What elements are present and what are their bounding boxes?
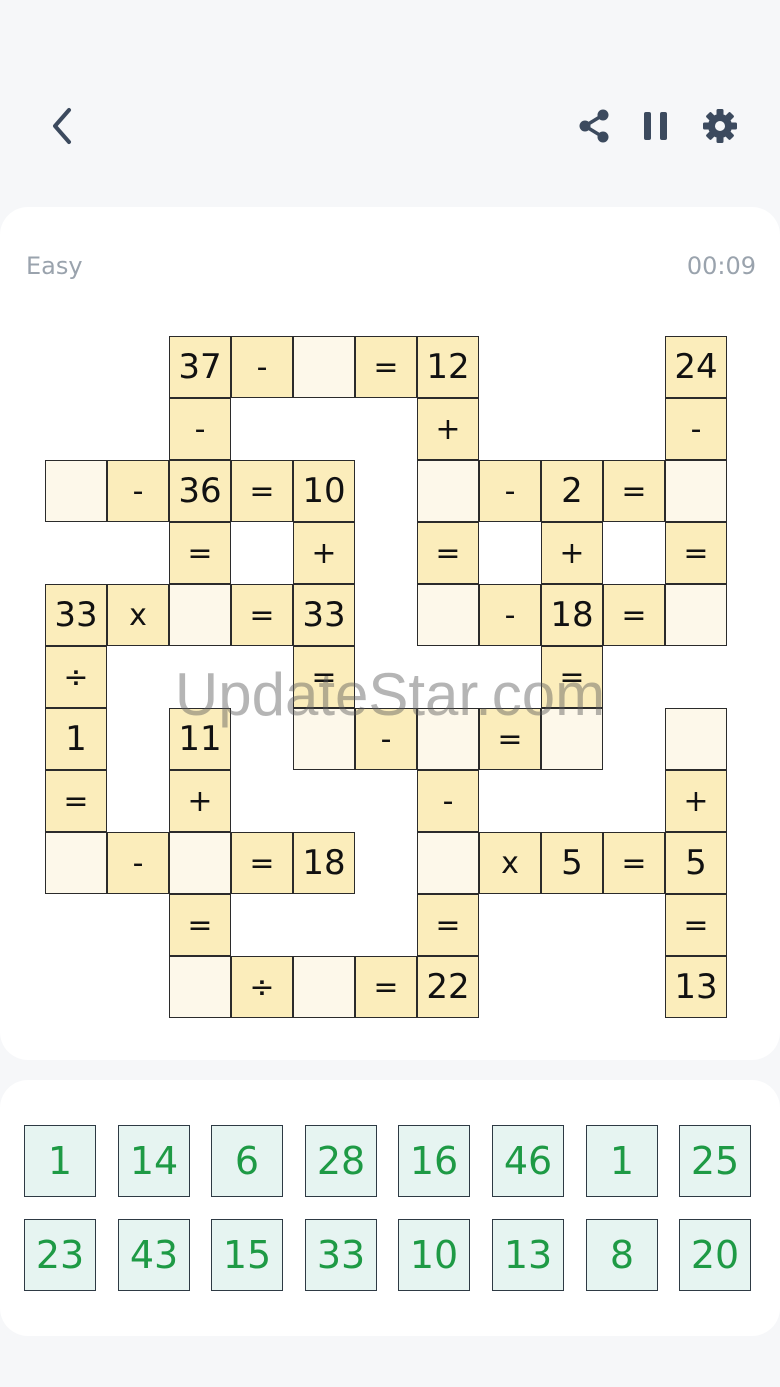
number-tile[interactable]: 28 xyxy=(305,1125,377,1197)
empty-cell[interactable] xyxy=(665,460,727,522)
number-cell: 33 xyxy=(45,584,107,646)
number-tile[interactable]: 16 xyxy=(398,1125,470,1197)
operator-cell: - xyxy=(479,460,541,522)
number-tile[interactable]: 46 xyxy=(492,1125,564,1197)
operator-cell: = xyxy=(665,894,727,956)
number-tile[interactable]: 10 xyxy=(398,1219,470,1291)
operator-cell: - xyxy=(665,398,727,460)
number-tile[interactable]: 1 xyxy=(586,1125,658,1197)
operator-cell: - xyxy=(107,832,169,894)
number-cell: 33 xyxy=(293,584,355,646)
number-tile[interactable]: 25 xyxy=(679,1125,751,1197)
number-tile[interactable]: 43 xyxy=(118,1219,190,1291)
empty-cell[interactable] xyxy=(293,708,355,770)
operator-cell: = xyxy=(479,708,541,770)
number-tile[interactable]: 23 xyxy=(24,1219,96,1291)
empty-cell[interactable] xyxy=(541,708,603,770)
number-cell: 18 xyxy=(541,584,603,646)
operator-cell: + xyxy=(417,398,479,460)
number-tile[interactable]: 33 xyxy=(305,1219,377,1291)
number-cell: 37 xyxy=(169,336,231,398)
empty-cell[interactable] xyxy=(665,584,727,646)
number-tile[interactable]: 8 xyxy=(586,1219,658,1291)
operator-cell: ÷ xyxy=(231,956,293,1018)
operator-cell: = xyxy=(45,770,107,832)
number-cell: 5 xyxy=(541,832,603,894)
pause-button[interactable] xyxy=(630,100,682,152)
operator-cell: = xyxy=(603,832,665,894)
empty-cell[interactable] xyxy=(293,336,355,398)
number-cell: 36 xyxy=(169,460,231,522)
operator-cell: = xyxy=(417,522,479,584)
number-cell: 5 xyxy=(665,832,727,894)
game-timer: 00:09 xyxy=(686,252,756,280)
number-tray xyxy=(0,1080,780,1336)
empty-cell[interactable] xyxy=(45,460,107,522)
operator-cell: = xyxy=(355,956,417,1018)
operator-cell: x xyxy=(479,832,541,894)
gear-icon xyxy=(703,109,737,143)
operator-cell: = xyxy=(231,584,293,646)
operator-cell: - xyxy=(355,708,417,770)
back-button[interactable] xyxy=(36,100,88,152)
operator-cell: = xyxy=(355,336,417,398)
share-icon xyxy=(579,109,609,143)
settings-button[interactable] xyxy=(694,100,746,152)
empty-cell[interactable] xyxy=(293,956,355,1018)
operator-cell: = xyxy=(417,894,479,956)
operator-cell: ÷ xyxy=(45,646,107,708)
number-cell: 11 xyxy=(169,708,231,770)
empty-cell[interactable] xyxy=(665,708,727,770)
operator-cell: + xyxy=(665,770,727,832)
empty-cell[interactable] xyxy=(169,956,231,1018)
operator-cell: - xyxy=(479,584,541,646)
number-tile[interactable]: 13 xyxy=(492,1219,564,1291)
difficulty-label: Easy xyxy=(26,252,83,280)
number-tile[interactable]: 1 xyxy=(24,1125,96,1197)
number-cell: 24 xyxy=(665,336,727,398)
number-cell: 2 xyxy=(541,460,603,522)
number-tile[interactable]: 14 xyxy=(118,1125,190,1197)
empty-cell[interactable] xyxy=(417,832,479,894)
number-cell: 12 xyxy=(417,336,479,398)
operator-cell: - xyxy=(169,398,231,460)
chevron-left-icon xyxy=(53,108,71,144)
number-tile[interactable]: 20 xyxy=(679,1219,751,1291)
operator-cell: - xyxy=(417,770,479,832)
operator-cell: = xyxy=(541,646,603,708)
operator-cell: = xyxy=(169,894,231,956)
operator-cell: = xyxy=(603,584,665,646)
empty-cell[interactable] xyxy=(169,584,231,646)
operator-cell: - xyxy=(107,460,169,522)
top-bar xyxy=(0,0,780,200)
number-tile[interactable]: 15 xyxy=(211,1219,283,1291)
operator-cell: + xyxy=(541,522,603,584)
share-button[interactable] xyxy=(568,100,620,152)
number-cell: 18 xyxy=(293,832,355,894)
operator-cell: + xyxy=(293,522,355,584)
operator-cell: + xyxy=(169,770,231,832)
number-tile[interactable]: 6 xyxy=(211,1125,283,1197)
number-cell: 10 xyxy=(293,460,355,522)
operator-cell: - xyxy=(231,336,293,398)
operator-cell: = xyxy=(169,522,231,584)
number-cell: 13 xyxy=(665,956,727,1018)
empty-cell[interactable] xyxy=(45,832,107,894)
operator-cell: = xyxy=(603,460,665,522)
empty-cell[interactable] xyxy=(417,708,479,770)
operator-cell: = xyxy=(231,832,293,894)
operator-cell: = xyxy=(665,522,727,584)
empty-cell[interactable] xyxy=(417,584,479,646)
operator-cell: x xyxy=(107,584,169,646)
empty-cell[interactable] xyxy=(417,460,479,522)
pause-icon xyxy=(644,112,667,140)
number-cell: 22 xyxy=(417,956,479,1018)
empty-cell[interactable] xyxy=(169,832,231,894)
number-cell: 1 xyxy=(45,708,107,770)
operator-cell: = xyxy=(293,646,355,708)
operator-cell: = xyxy=(231,460,293,522)
